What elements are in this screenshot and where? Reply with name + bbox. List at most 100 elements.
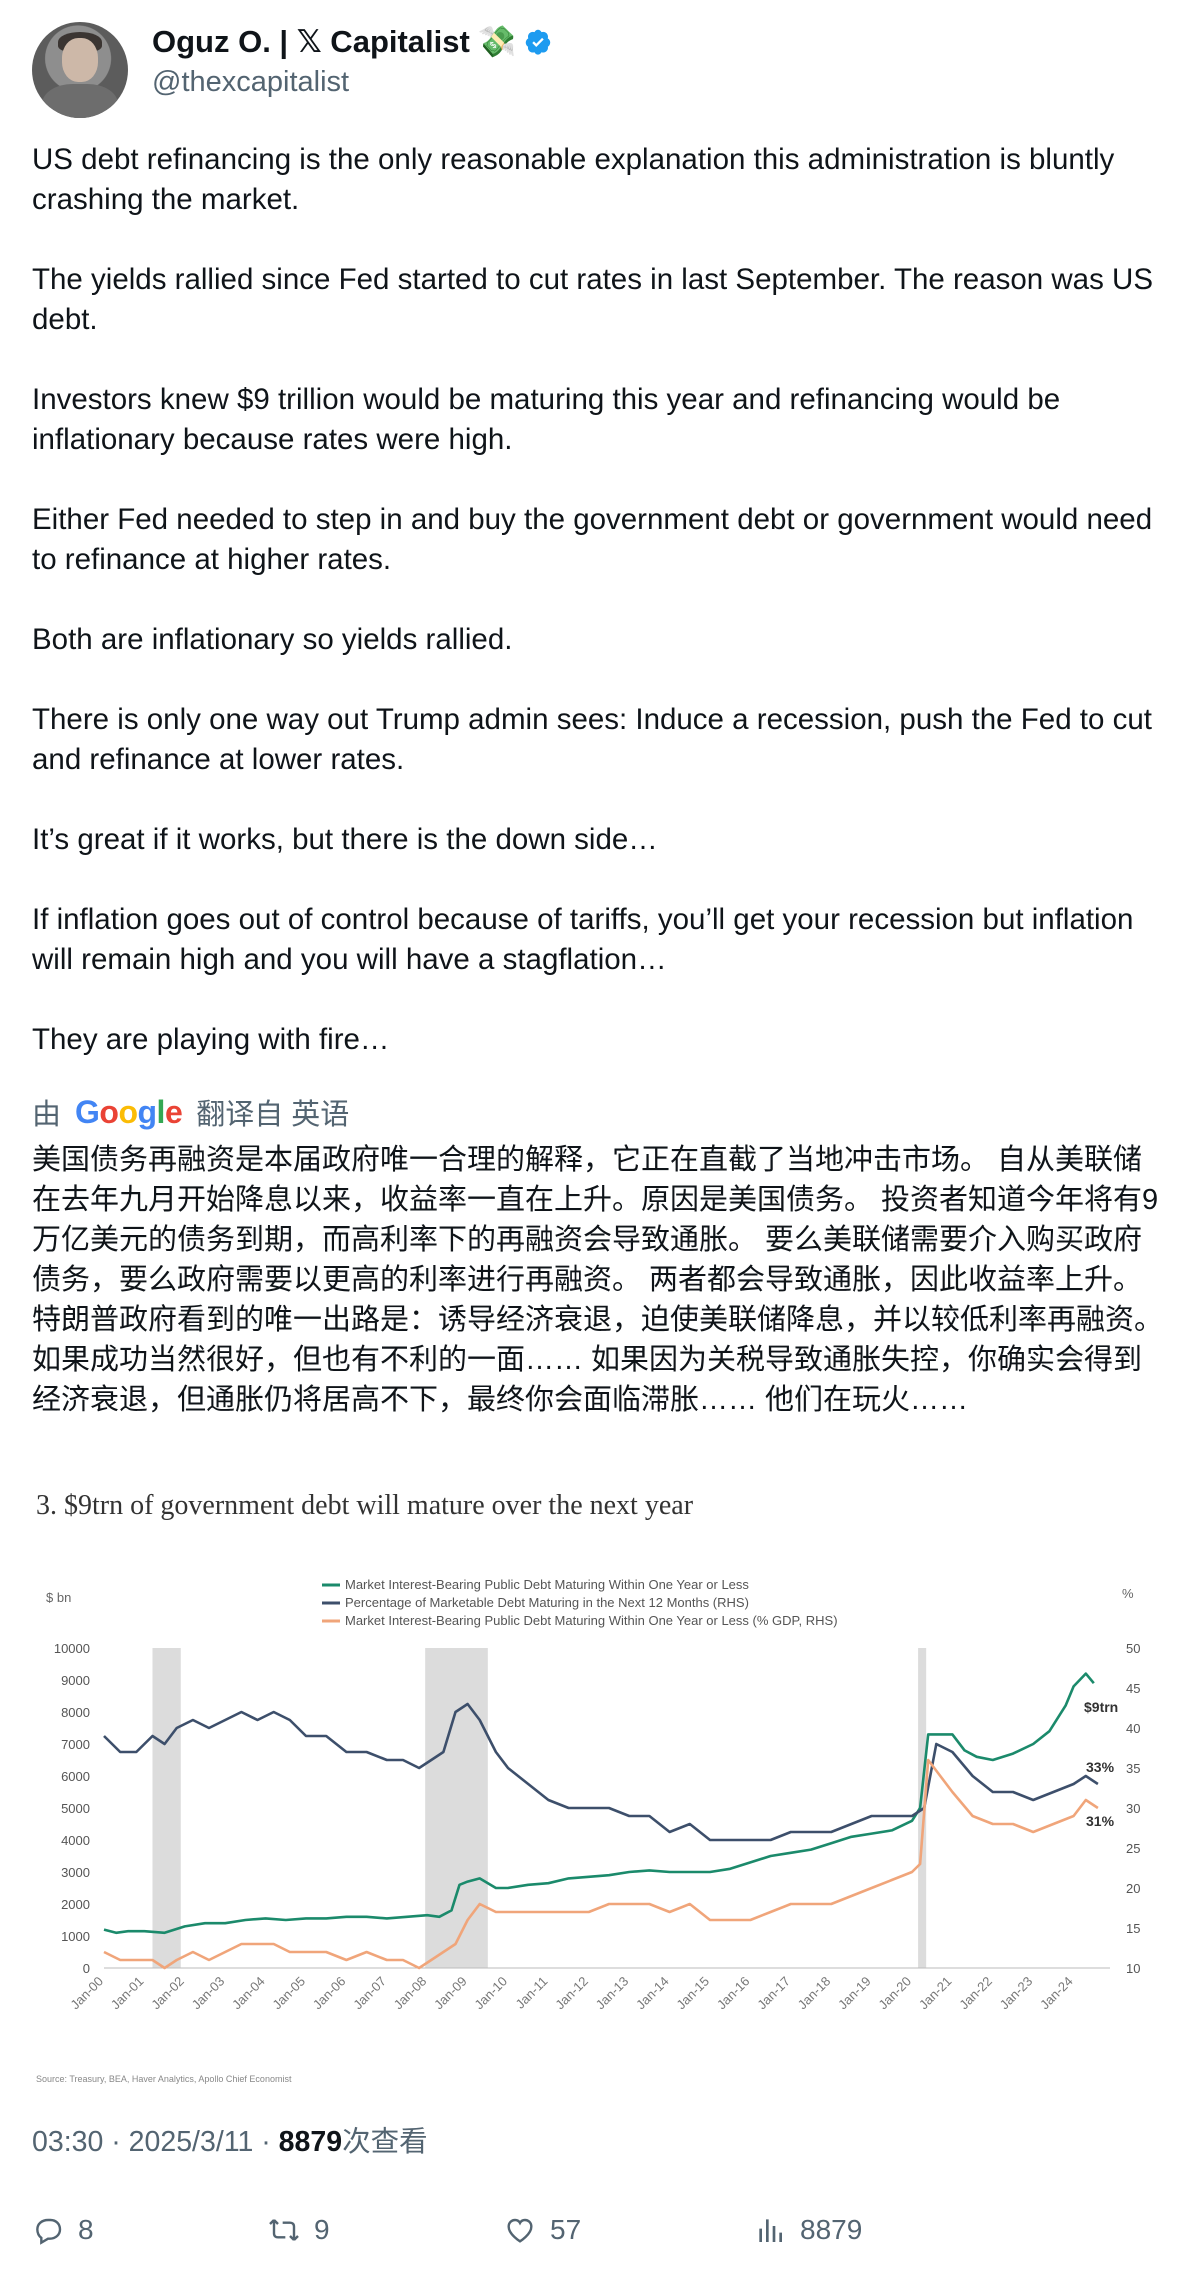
right-tick-label: 30 [1126,1801,1140,1816]
x-tick-label: Jan-13 [593,1974,632,2013]
right-tick-label: 45 [1126,1681,1140,1696]
x-tick-label: Jan-00 [67,1974,106,2013]
x-tick-label: Jan-22 [956,1974,995,2013]
tweet-paragraph: It’s great if it works, but there is the… [32,823,658,856]
legend-label: Percentage of Marketable Debt Maturing i… [345,1595,749,1610]
tweet-header: Oguz O. | 𝕏 Capitalist 💸 @thexcapitalist [32,22,1162,122]
views-label: 次查看 [342,2126,428,2158]
right-tick-label: 40 [1126,1721,1140,1736]
tweet-meta: 03:30 · 2025/3/11 · 8879次查看 [32,2122,428,2162]
retweet-count: 9 [314,2214,330,2245]
action-bar: 8 9 57 8879 [32,2208,1162,2252]
analytics-count: 8879 [800,2214,863,2245]
translation-suffix: 翻译自 英语 [196,1099,350,1131]
x-tick-label: Jan-08 [391,1974,430,2013]
x-tick-label: Jan-24 [1037,1974,1076,2013]
annotation-31pct: 31% [1086,1813,1115,1829]
x-tick-label: Jan-19 [835,1974,874,2013]
x-tick-label: Jan-02 [148,1974,187,2013]
x-tick-label: Jan-20 [875,1974,914,2013]
x-tick-label: Jan-21 [916,1974,955,2013]
like-count: 57 [550,2214,582,2245]
left-tick-label: 4000 [61,1833,90,1848]
x-tick-label: Jan-03 [189,1974,228,2013]
translation-prefix: 由 [32,1099,62,1131]
money-emoji: 💸 [477,24,517,59]
translation-attribution[interactable]: 由 Google 翻译自 英语 [32,1092,349,1132]
left-axis-unit: $ bn [46,1590,71,1605]
right-tick-label: 10 [1126,1961,1140,1976]
translated-text: 美国债务再融资是本届政府唯一合理的解释，它正在直截了当地冲击市场。 自从美联储在… [32,1144,1164,1416]
analytics-button[interactable]: 8879 [754,2214,862,2246]
recession-band [425,1648,488,1968]
annotation-9trn: $9trn [1084,1699,1118,1715]
tweet-paragraph: The yields rallied since Fed started to … [32,263,1162,336]
right-tick-label: 50 [1126,1641,1140,1656]
avatar[interactable] [32,22,128,118]
left-tick-label: 2000 [61,1897,90,1912]
reply-icon [36,2218,62,2245]
x-tick-label: Jan-23 [997,1974,1036,2013]
series-line-debt-maturing [103,1672,1095,1935]
left-tick-label: 6000 [61,1769,90,1784]
tweet-paragraph: US debt refinancing is the only reasonab… [32,143,1123,216]
x-tick-label: Jan-05 [269,1974,308,2013]
tweet-paragraph: If inflation goes out of control because… [32,903,1142,976]
tweet-paragraph: They are playing with fire… [32,1023,390,1056]
legend-label: Market Interest-Bearing Public Debt Matu… [345,1577,749,1592]
timestamp[interactable]: 03:30 · 2025/3/11 · [32,2126,279,2158]
right-tick-label: 35 [1126,1761,1140,1776]
debt-maturity-chart: 3. $9trn of government debt will mature … [36,1490,1140,2084]
chart-title: 3. $9trn of government debt will mature … [36,1490,694,1521]
x-tick-label: Jan-07 [350,1974,389,2013]
x-tick-label: Jan-10 [471,1974,510,2013]
recession-band [152,1648,181,1968]
legend-label: Market Interest-Bearing Public Debt Matu… [345,1613,838,1628]
x-tick-label: Jan-17 [754,1974,793,2013]
x-tick-label: Jan-15 [673,1974,712,2013]
x-tick-label: Jan-06 [310,1974,349,2013]
left-tick-label: 1000 [61,1929,90,1944]
left-tick-label: 3000 [61,1865,90,1880]
analytics-icon [759,2219,782,2242]
tweet-paragraph: Either Fed needed to step in and buy the… [32,503,1161,576]
retweet-button[interactable]: 9 [268,2214,504,2246]
x-tick-label: Jan-04 [229,1974,268,2013]
right-tick-label: 25 [1126,1841,1140,1856]
right-tick-label: 20 [1126,1881,1140,1896]
chart-source: Source: Treasury, BEA, Haver Analytics, … [36,2074,292,2084]
google-logo: Google [75,1093,183,1130]
tweet-paragraph: Both are inflationary so yields rallied. [32,623,513,656]
tweet-text: US debt refinancing is the only reasonab… [32,140,1172,1060]
annotation-33pct: 33% [1086,1759,1115,1775]
handle[interactable]: @thexcapitalist [152,62,552,102]
x-tick-label: Jan-01 [108,1974,147,2013]
left-tick-label: 5000 [61,1801,90,1816]
display-name[interactable]: Oguz O. | 𝕏 Capitalist [152,22,470,62]
left-tick-label: 8000 [61,1705,90,1720]
x-tick-label: Jan-14 [633,1974,672,2013]
view-count: 8879 [278,2126,343,2158]
x-tick-label: Jan-11 [512,1974,550,2012]
like-button[interactable]: 57 [504,2214,754,2246]
tweet-paragraph: Investors knew $9 trillion would be matu… [32,383,1069,456]
series-line-pct-gdp [103,1758,1099,1970]
reply-count: 8 [78,2214,94,2245]
reply-button[interactable]: 8 [32,2214,268,2246]
left-tick-label: 0 [83,1961,90,1976]
series-line-pct-marketable [103,1702,1099,1842]
verified-icon [526,29,551,55]
chart-image[interactable]: 3. $9trn of government debt will mature … [32,1480,1164,2120]
tweet-paragraph: There is only one way out Trump admin se… [32,703,1161,776]
x-tick-label: Jan-12 [552,1974,591,2013]
retweet-icon [269,2219,299,2241]
left-tick-label: 7000 [61,1737,90,1752]
author-block: Oguz O. | 𝕏 Capitalist 💸 @thexcapitalist [152,22,552,102]
right-tick-label: 15 [1126,1921,1140,1936]
right-axis-unit: % [1122,1586,1134,1601]
left-tick-label: 9000 [61,1673,90,1688]
x-tick-label: Jan-18 [795,1974,834,2013]
x-tick-label: Jan-09 [431,1974,470,2013]
left-tick-label: 10000 [54,1641,90,1656]
author-name-row[interactable]: Oguz O. | 𝕏 Capitalist 💸 [152,22,552,62]
